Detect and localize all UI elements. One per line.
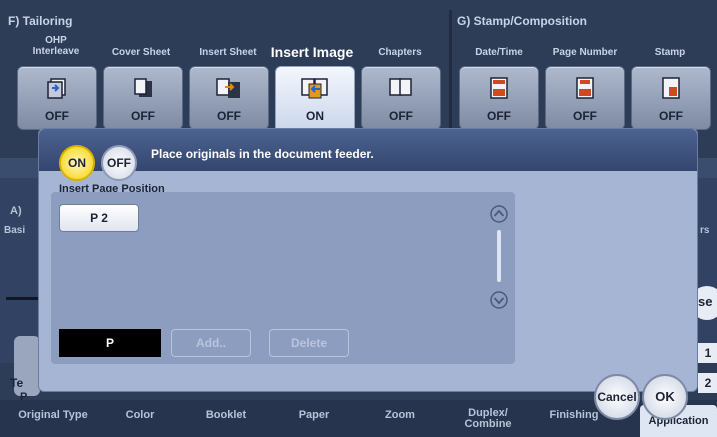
section-title-tailoring: F) Tailoring xyxy=(8,14,73,28)
tab-color[interactable]: Color xyxy=(100,410,180,421)
scroll-up-icon[interactable] xyxy=(489,204,509,224)
tab-original-type[interactable]: Original Type xyxy=(10,410,96,421)
tab-duplex-combine[interactable]: Duplex/ Combine xyxy=(448,408,528,430)
cover-sheet-status: OFF xyxy=(131,109,155,123)
label-date-time: Date/Time xyxy=(475,47,523,58)
background-right-label: rs xyxy=(700,225,710,236)
tab-paper[interactable]: Paper xyxy=(274,410,354,421)
background-num2[interactable]: 2 xyxy=(698,373,717,393)
ohp-interleave-icon xyxy=(47,78,66,99)
label-insert-sheet: Insert Sheet xyxy=(199,47,257,58)
add-button[interactable]: Add.. xyxy=(171,329,251,357)
background-basic-label: Basi xyxy=(4,225,26,236)
off-button[interactable]: OFF xyxy=(101,145,137,181)
cancel-button[interactable]: Cancel xyxy=(594,374,640,420)
insert-image-icon xyxy=(301,78,328,99)
insert-sheet-status: OFF xyxy=(217,109,241,123)
tab-zoom[interactable]: Zoom xyxy=(360,410,440,421)
ohp-interleave-status: OFF xyxy=(45,109,69,123)
tab-booklet[interactable]: Booklet xyxy=(186,410,266,421)
cover-sheet-button[interactable]: OFF xyxy=(103,66,183,130)
background-text-left: Te xyxy=(10,376,24,390)
chapters-icon xyxy=(389,78,412,96)
label-page-number: Page Number xyxy=(552,47,618,58)
page-number-icon xyxy=(576,77,594,99)
insert-image-button[interactable]: ON xyxy=(275,66,355,136)
ok-button[interactable]: OK xyxy=(642,374,688,420)
insert-image-status: ON xyxy=(306,109,324,123)
background-line xyxy=(6,297,38,300)
date-time-button[interactable]: OFF xyxy=(459,66,539,130)
dialog-message: Place originals in the document feeder. xyxy=(151,147,374,161)
delete-button[interactable]: Delete xyxy=(269,329,349,357)
label-insert-image: Insert Image xyxy=(270,44,354,60)
chapters-status: OFF xyxy=(389,109,413,123)
stamp-icon xyxy=(662,77,680,99)
scrollbar-thumb[interactable] xyxy=(497,230,501,282)
date-time-icon xyxy=(490,77,508,99)
date-time-status: OFF xyxy=(487,109,511,123)
page-item[interactable]: P 2 xyxy=(59,204,139,232)
label-ohp-interleave: OHP Interleave xyxy=(32,35,80,57)
page-input-field[interactable]: P xyxy=(59,329,161,357)
stamp-button[interactable]: OFF xyxy=(631,66,711,130)
stamp-status: OFF xyxy=(659,109,683,123)
background-section-a: A) xyxy=(10,205,22,217)
page-number-button[interactable]: OFF xyxy=(545,66,625,130)
insert-image-dialog: ON OFF Place originals in the document f… xyxy=(38,128,698,392)
insert-sheet-icon xyxy=(216,78,240,98)
insert-sheet-button[interactable]: OFF xyxy=(189,66,269,130)
cover-sheet-icon xyxy=(134,78,152,97)
page-number-status: OFF xyxy=(573,109,597,123)
section-title-stamp: G) Stamp/Composition xyxy=(457,14,587,28)
label-cover-sheet: Cover Sheet xyxy=(111,47,171,58)
page-position-list: P 2 P Add.. Delete xyxy=(51,192,515,364)
scroll-down-icon[interactable] xyxy=(489,290,509,310)
background-num1[interactable]: 1 xyxy=(698,343,717,363)
label-chapters: Chapters xyxy=(378,47,422,58)
ohp-interleave-button[interactable]: OFF xyxy=(17,66,97,130)
chapters-button[interactable]: OFF xyxy=(361,66,441,130)
label-stamp: Stamp xyxy=(654,47,686,58)
on-button[interactable]: ON xyxy=(59,145,95,181)
section-divider xyxy=(449,10,452,128)
